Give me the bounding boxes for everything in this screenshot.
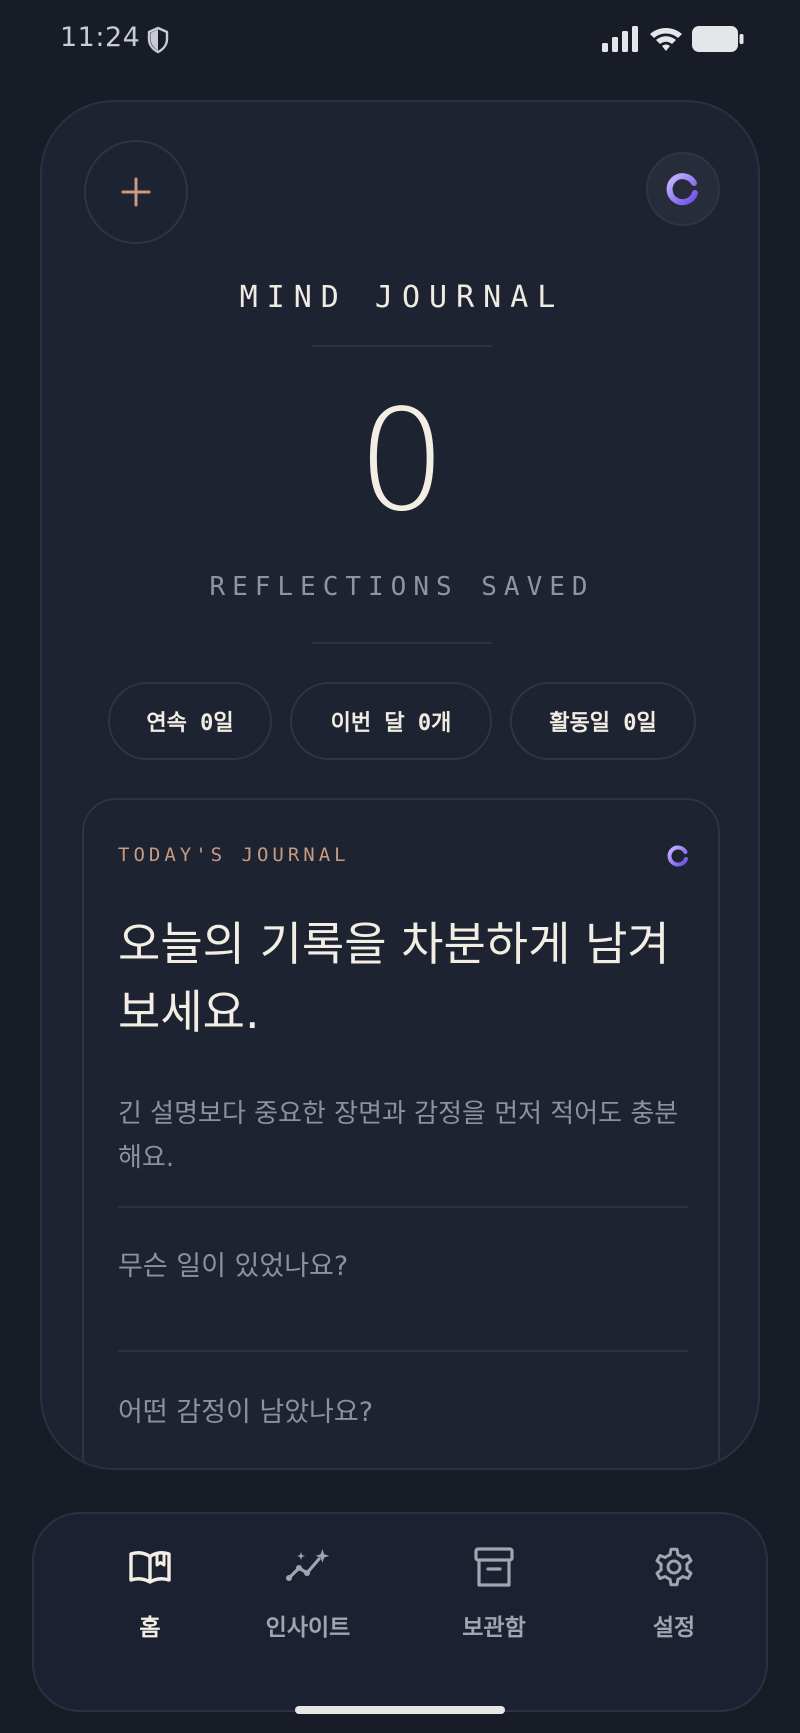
home-indicator[interactable]: [295, 1706, 505, 1714]
journal-description: 긴 설명보다 중요한 장면과 감정을 먼저 적어도 충분해요.: [118, 1099, 679, 1173]
nav-label-settings: 설정: [652, 1615, 696, 1641]
nav-label-home: 홈: [139, 1615, 161, 1641]
sync-button[interactable]: [646, 152, 720, 226]
nav-item-archive[interactable]: 보관함: [404, 1544, 584, 1642]
bottom-nav: 홈 인사이트 보관함 설정: [32, 1512, 768, 1712]
count-divider: [312, 642, 492, 644]
battery-icon: [692, 26, 744, 52]
title-divider: [312, 345, 492, 347]
journal-heading: 오늘의 기록을 차분하게 남겨보세요.: [118, 917, 670, 1039]
shield-icon: [147, 26, 169, 54]
cellular-signal-icon: [602, 26, 638, 52]
journal-prompt-event[interactable]: 무슨 일이 있었나요?: [118, 1244, 348, 1283]
loading-ring-icon: [667, 845, 688, 867]
nav-label-archive: 보관함: [462, 1615, 526, 1641]
journal-divider: [118, 1206, 688, 1208]
plus-icon: [121, 177, 151, 207]
loading-ring-icon: [666, 173, 698, 206]
journal-divider: [118, 1350, 688, 1352]
reflection-count-label: REFLECTIONS SAVED: [209, 572, 595, 602]
status-bar: 11:24: [0, 0, 800, 80]
todays-journal-card[interactable]: TODAY'S JOURNAL 오늘의 기록을 차분하게 남겨보세요. 긴 설명…: [82, 798, 720, 1468]
archive-icon: [474, 1547, 514, 1587]
nav-item-settings[interactable]: 설정: [584, 1544, 764, 1642]
summary-card: MIND JOURNAL 0 REFLECTIONS SAVED 연속 0일 이…: [40, 100, 760, 1470]
add-entry-button[interactable]: [84, 140, 188, 244]
stat-month-pill: 이번 달 0개: [290, 682, 492, 760]
journal-section-label: TODAY'S JOURNAL: [118, 844, 350, 866]
stat-streak-pill: 연속 0일: [108, 682, 272, 760]
gear-icon: [655, 1547, 693, 1587]
book-open-icon: [129, 1551, 171, 1584]
nav-label-insight: 인사이트: [265, 1615, 351, 1641]
nav-item-insight[interactable]: 인사이트: [218, 1544, 398, 1642]
stat-active-days-pill: 활동일 0일: [510, 682, 696, 760]
sparkle-chart-icon: [286, 1549, 330, 1581]
status-time: 11:24: [60, 22, 141, 53]
reflection-count: 0: [357, 380, 447, 543]
app-title: MIND JOURNAL: [239, 280, 565, 315]
nav-item-home[interactable]: 홈: [60, 1544, 240, 1642]
screen: 11:24 MIND JOURNAL 0 REFLECTIONS SAVED 연…: [0, 0, 800, 1733]
journal-prompt-emotion[interactable]: 어떤 감정이 남았나요?: [118, 1390, 373, 1429]
wifi-icon: [650, 28, 682, 51]
